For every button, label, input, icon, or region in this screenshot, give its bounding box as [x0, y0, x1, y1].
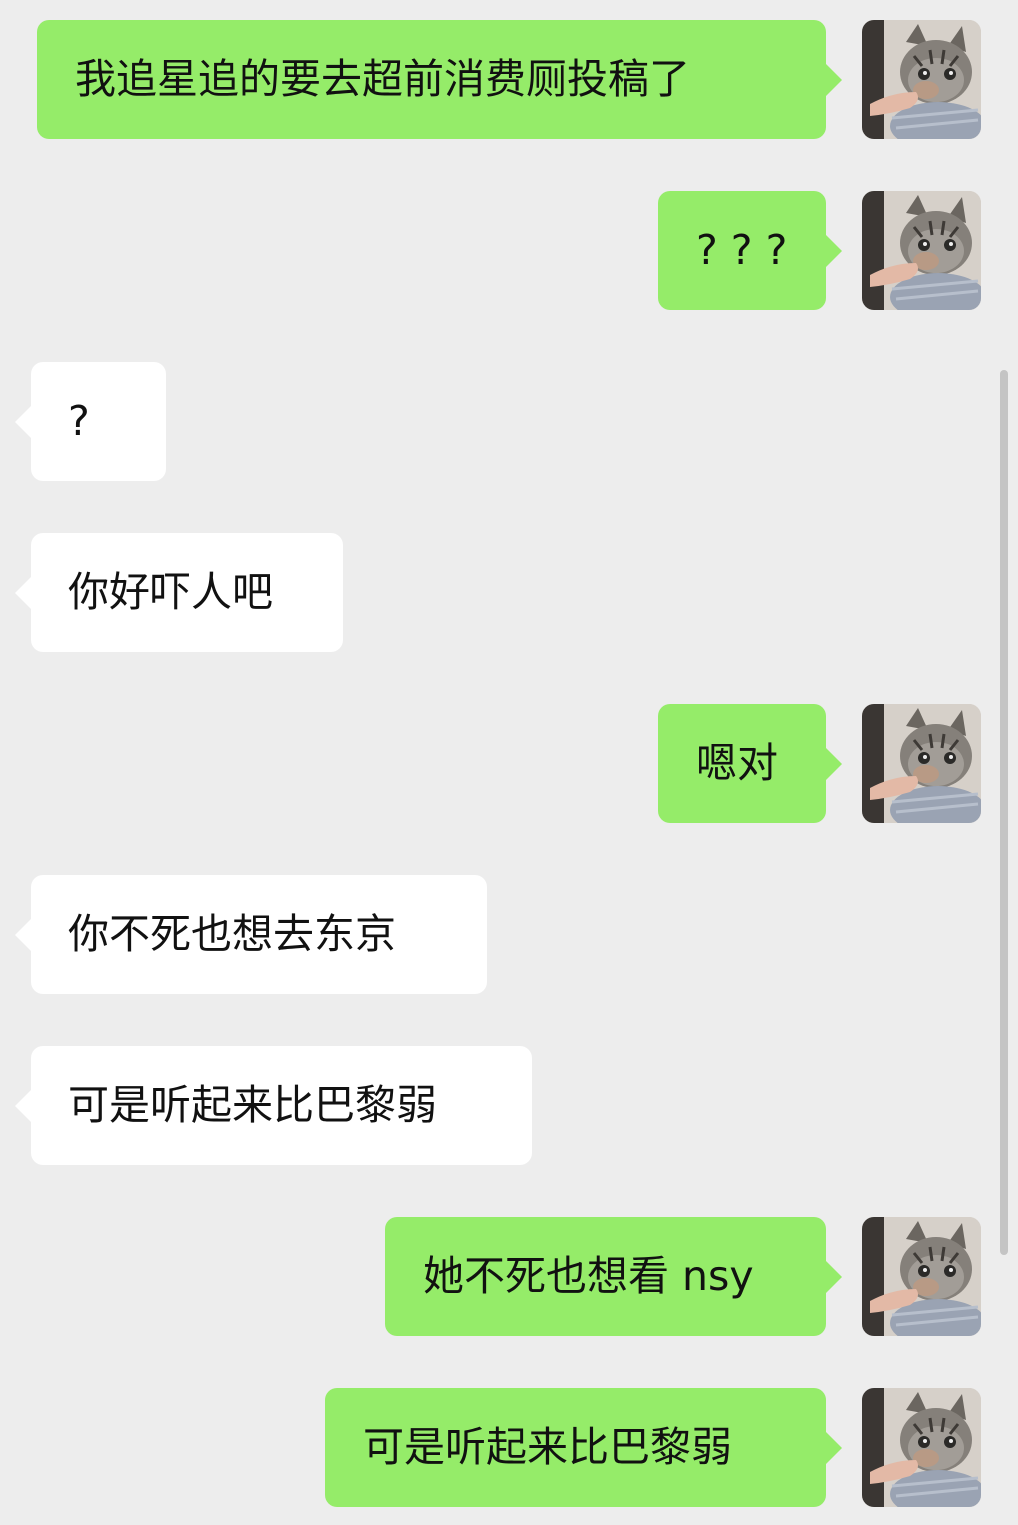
cat-avatar-icon[interactable]: [862, 1388, 981, 1507]
chat-window: 我追星追的要去超前消费厕投稿了 ? ? ? ? 你好吓人吧 嗯对 你不死也想去东…: [0, 0, 1018, 1525]
incoming-message-bubble[interactable]: ?: [15, 362, 166, 481]
message-text: ?: [68, 397, 90, 445]
incoming-message-bubble[interactable]: 你好吓人吧: [15, 533, 343, 652]
incoming-message-bubble[interactable]: 你不死也想去东京: [15, 875, 487, 994]
cat-avatar-icon[interactable]: [862, 191, 981, 310]
message-text: 可是听起来比巴黎弱: [68, 1081, 437, 1129]
outgoing-message-bubble[interactable]: 我追星追的要去超前消费厕投稿了: [37, 20, 842, 139]
cat-avatar-image: [862, 1217, 981, 1336]
outgoing-message-bubble[interactable]: ? ? ?: [658, 191, 842, 310]
chat-scrollbar[interactable]: [1000, 370, 1008, 1255]
outgoing-message-bubble[interactable]: 她不死也想看 nsy: [385, 1217, 842, 1336]
outgoing-message-bubble[interactable]: 可是听起来比巴黎弱: [325, 1388, 842, 1507]
cat-avatar-icon[interactable]: [862, 1217, 981, 1336]
cat-avatar-image: [862, 191, 981, 310]
message-text: 你不死也想去东京: [68, 910, 396, 958]
cat-avatar-icon[interactable]: [862, 704, 981, 823]
cat-avatar-image: [862, 1388, 981, 1507]
cat-avatar-icon[interactable]: [862, 20, 981, 139]
cat-avatar-image: [862, 20, 981, 139]
message-text: 你好吓人吧: [68, 568, 273, 616]
message-text: 她不死也想看 nsy: [423, 1252, 754, 1300]
message-text: 可是听起来比巴黎弱: [363, 1423, 732, 1471]
outgoing-message-bubble[interactable]: 嗯对: [658, 704, 842, 823]
cat-avatar-image: [862, 704, 981, 823]
message-text: 我追星追的要去超前消费厕投稿了: [75, 55, 690, 103]
incoming-message-bubble[interactable]: 可是听起来比巴黎弱: [15, 1046, 532, 1165]
message-text: ? ? ?: [696, 226, 788, 274]
message-text: 嗯对: [696, 739, 778, 787]
